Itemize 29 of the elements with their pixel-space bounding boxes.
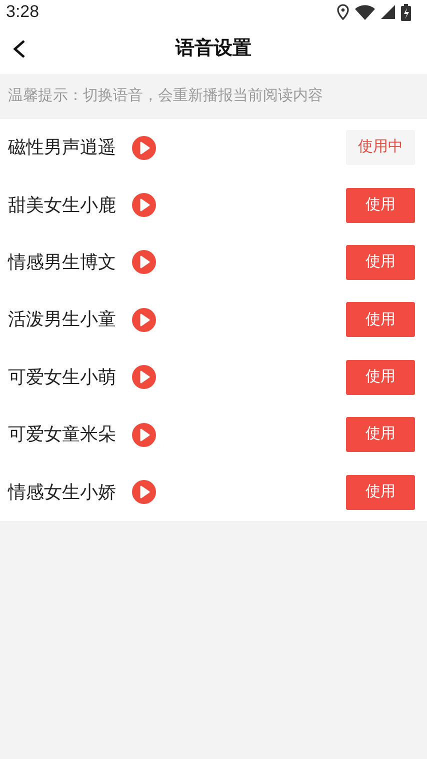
back-icon[interactable]	[12, 39, 26, 59]
play-icon[interactable]	[132, 308, 156, 332]
play-icon[interactable]	[132, 480, 156, 504]
play-icon[interactable]	[132, 193, 156, 218]
tip-text: 温馨提示：切换语音，会重新播报当前阅读内容	[8, 86, 323, 106]
battery-icon	[401, 4, 411, 20]
use-button[interactable]: 使用	[346, 188, 415, 223]
play-icon[interactable]	[132, 422, 156, 447]
signal-icon	[381, 5, 395, 19]
play-icon[interactable]	[132, 365, 156, 390]
location-icon	[337, 4, 349, 20]
play-icon[interactable]	[132, 136, 156, 160]
page-title: 语音设置	[176, 36, 252, 61]
use-button[interactable]: 使用	[346, 302, 415, 338]
voice-name: 情感男生博文	[8, 250, 116, 274]
voice-name: 活泼男生小童	[8, 308, 116, 332]
use-button[interactable]: 使用	[346, 360, 415, 395]
voice-name: 磁性男声逍遥	[8, 136, 116, 160]
status-time: 3:28	[6, 1, 40, 24]
use-button[interactable]: 使用	[346, 244, 415, 280]
play-icon[interactable]	[132, 250, 156, 274]
wifi-icon	[355, 4, 375, 20]
voice-name: 可爱女童米朵	[8, 423, 116, 446]
voice-name: 情感女生小娇	[8, 480, 116, 504]
use-button[interactable]: 使用	[346, 474, 415, 510]
voice-name: 可爱女生小萌	[8, 366, 116, 389]
use-button[interactable]: 使用	[346, 417, 415, 452]
voice-name: 甜美女生小鹿	[8, 194, 116, 217]
use-button[interactable]: 使用中	[346, 130, 415, 166]
